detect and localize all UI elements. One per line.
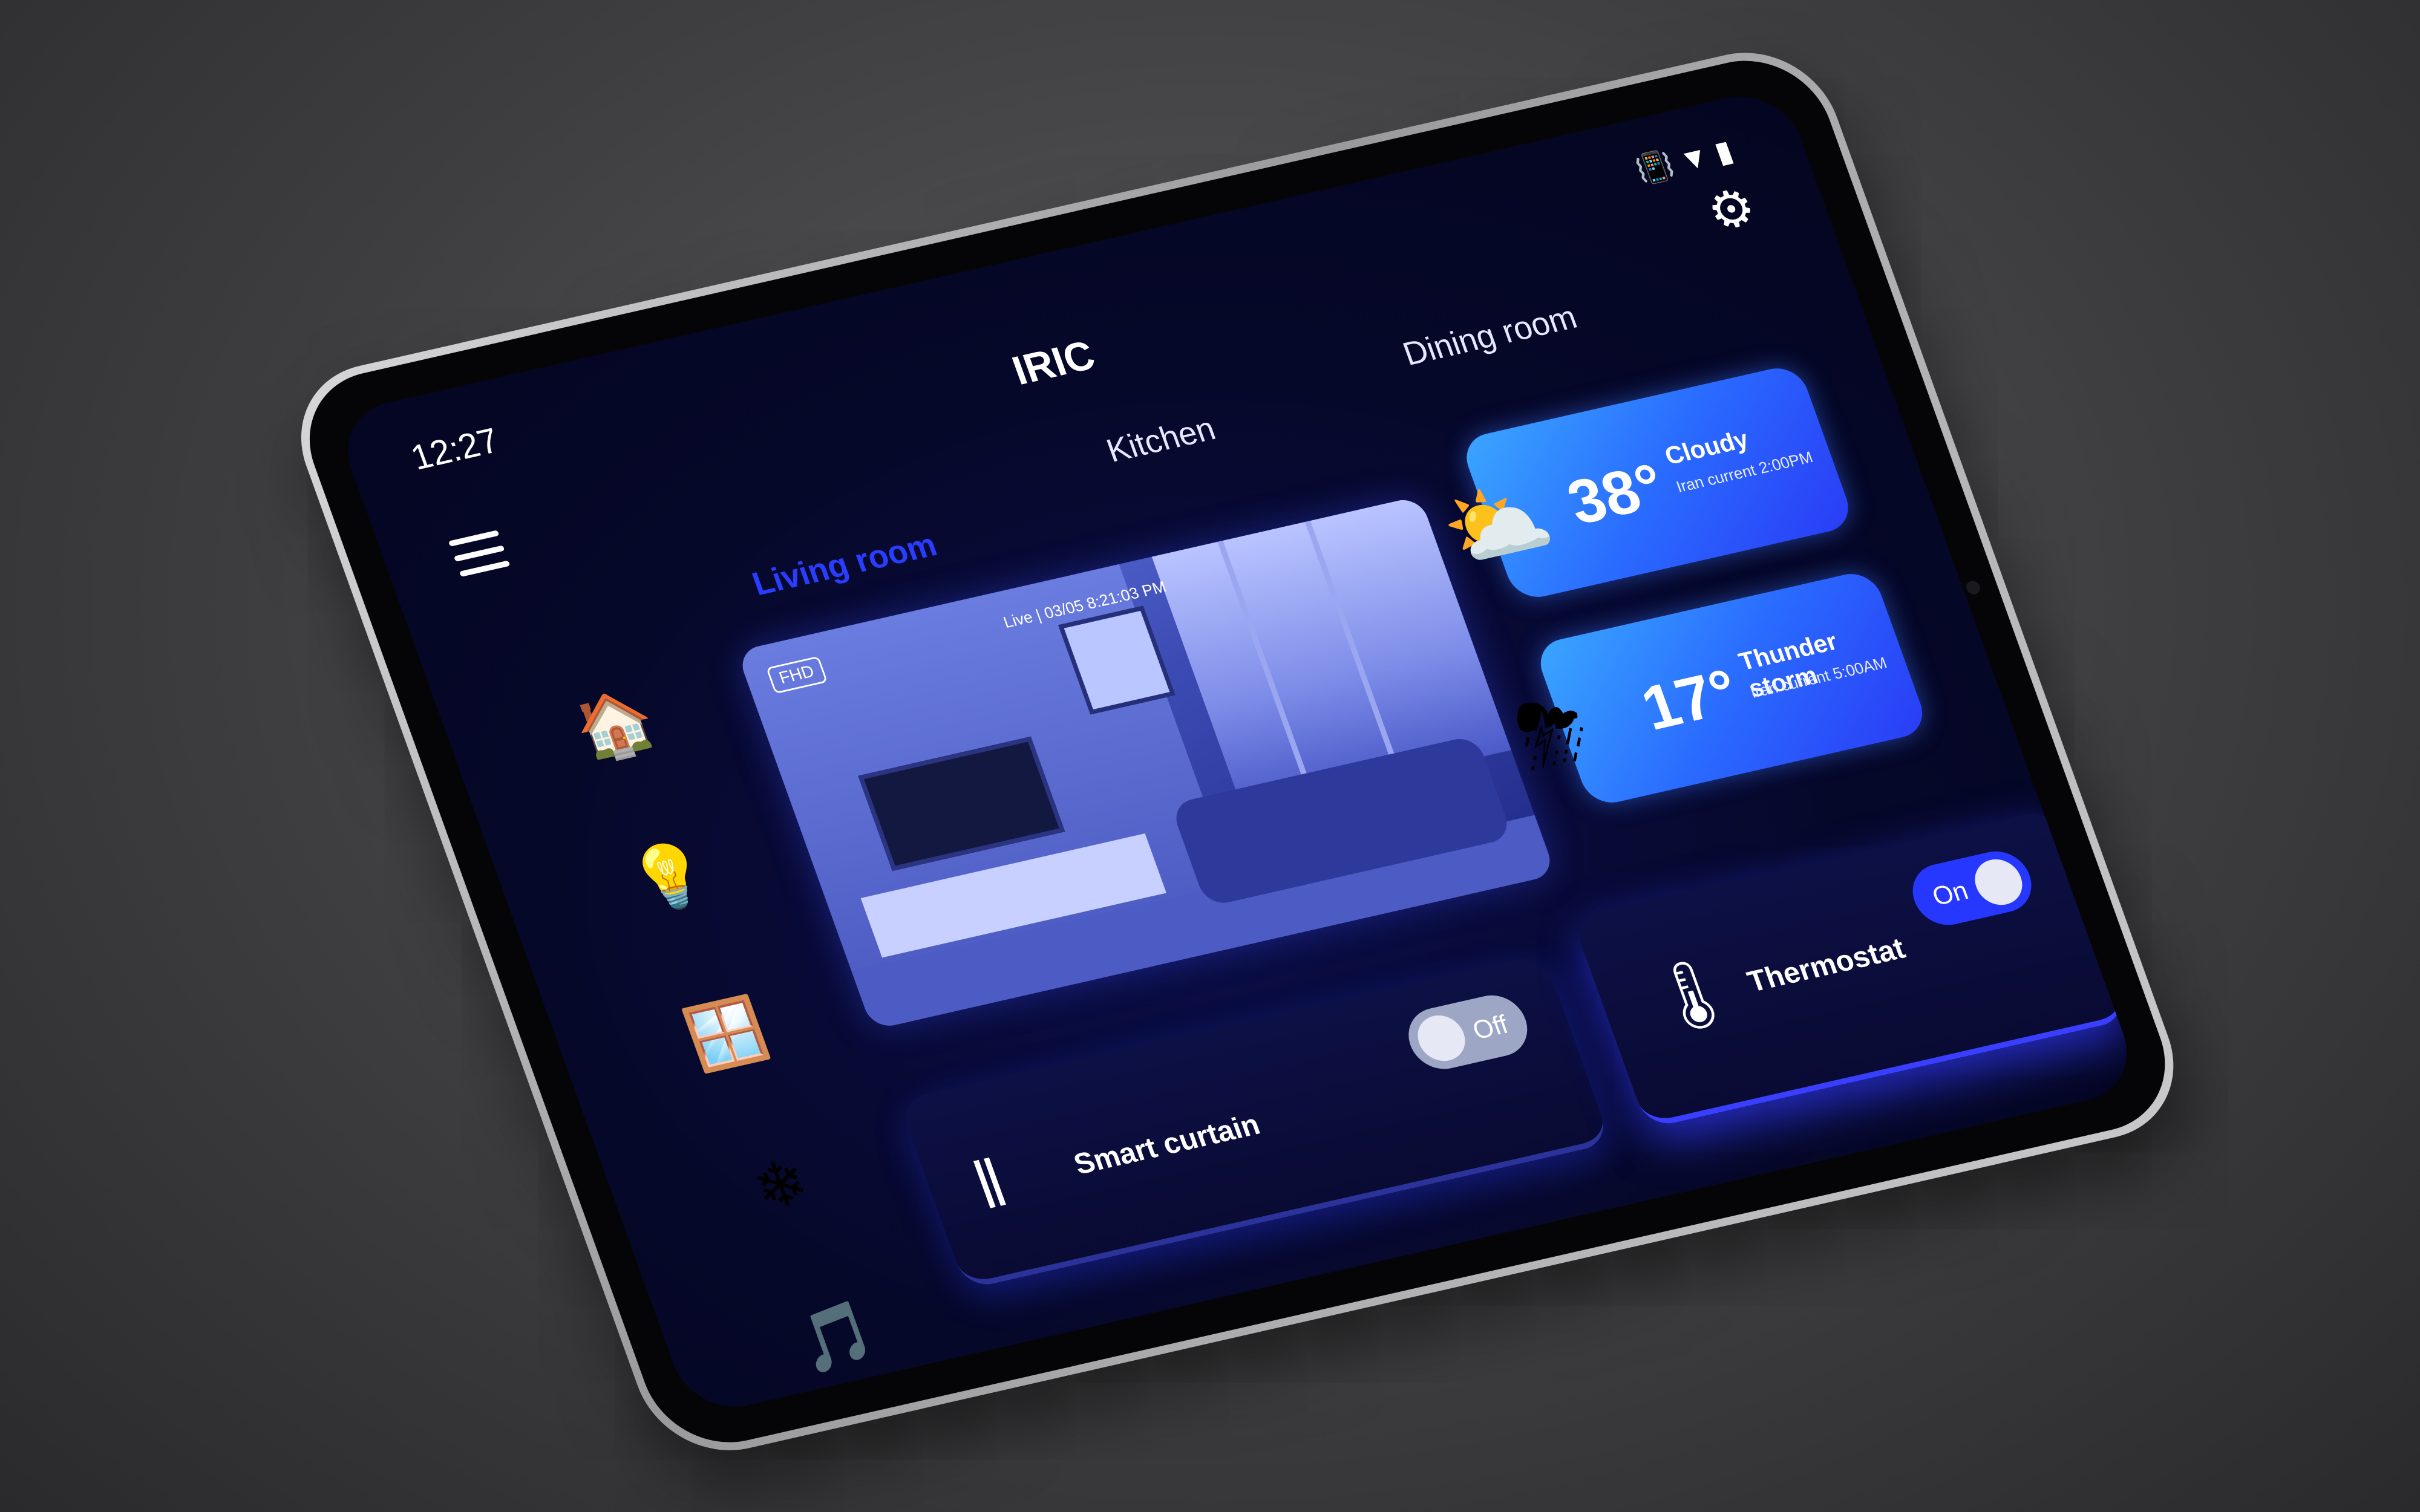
lightbulb-icon: 💡: [620, 835, 719, 919]
toggle-label: On: [1928, 875, 1972, 911]
settings-button[interactable]: ⚙: [1699, 176, 1764, 243]
partly-cloudy-sun-icon: ⛅: [1429, 466, 1565, 581]
weather-card[interactable]: ⛈ 17° Thunder storm Iran current 5:00AM: [1503, 569, 1931, 808]
weather-temp: 38°: [1558, 450, 1674, 538]
toggle-knob: [1411, 1011, 1472, 1066]
status-time: 12:27: [405, 420, 505, 478]
front-camera: [1964, 579, 1983, 596]
device-label: Thermostat: [1743, 931, 1909, 999]
window-frame: [1304, 520, 1402, 777]
music-icon: 🎵: [786, 1295, 885, 1379]
tab-living-room[interactable]: Living room: [747, 526, 942, 603]
tab-kitchen[interactable]: Kitchen: [1102, 409, 1220, 470]
thermostat-icon: 🌡: [1637, 949, 1747, 1041]
menu-button[interactable]: [448, 530, 514, 587]
weather-temp: 17°: [1632, 656, 1748, 744]
hamburger-icon-line: [453, 545, 505, 562]
tab-dining-room[interactable]: Dining room: [1398, 298, 1582, 373]
tablet-frame: 12:27 📳▼▮ ⚙ IRIC Living room Kitchen Din…: [277, 36, 2198, 1467]
sidebar-music[interactable]: 🎵: [783, 1291, 888, 1384]
tablet-bezel: 12:27 📳▼▮ ⚙ IRIC Living room Kitchen Din…: [287, 45, 2188, 1458]
app-title: IRIC: [1006, 332, 1101, 394]
window-frame: [1217, 540, 1315, 797]
toggle-knob: [1968, 855, 2029, 910]
toggle-label: Off: [1468, 1009, 1512, 1045]
app-screen: 12:27 📳▼▮ ⚙ IRIC Living room Kitchen Din…: [332, 85, 2143, 1418]
weather-card[interactable]: ⛅ 38° Cloudy Iran current 2:00PM: [1429, 363, 1856, 602]
gear-icon: ⚙: [1699, 178, 1764, 243]
device-label: Smart curtain: [1069, 1108, 1264, 1181]
sidebar-home[interactable]: 🏠: [563, 679, 667, 772]
house-icon: 🏠: [566, 683, 665, 767]
scene: 12:27 📳▼▮ ⚙ IRIC Living room Kitchen Din…: [0, 0, 2420, 1512]
thermostat-toggle[interactable]: On: [1903, 845, 2041, 931]
sidebar-lights[interactable]: 💡: [618, 830, 722, 924]
curtain-icon: ‖: [963, 1144, 1017, 1224]
window-curtain-icon: 🪟: [676, 992, 776, 1076]
curtain-toggle[interactable]: Off: [1399, 989, 1536, 1075]
smart-curtain-card[interactable]: ‖ Smart curtain Off: [898, 953, 1612, 1290]
sidebar-curtains[interactable]: 🪟: [675, 988, 779, 1081]
hamburger-icon-line: [459, 560, 511, 577]
air-conditioner-icon: ❄: [744, 1146, 818, 1225]
sidebar-climate[interactable]: ❄: [729, 1139, 833, 1232]
hamburger-icon-line: [448, 530, 500, 547]
thermostat-card[interactable]: 🌡 Thermostat On: [1571, 808, 2129, 1129]
